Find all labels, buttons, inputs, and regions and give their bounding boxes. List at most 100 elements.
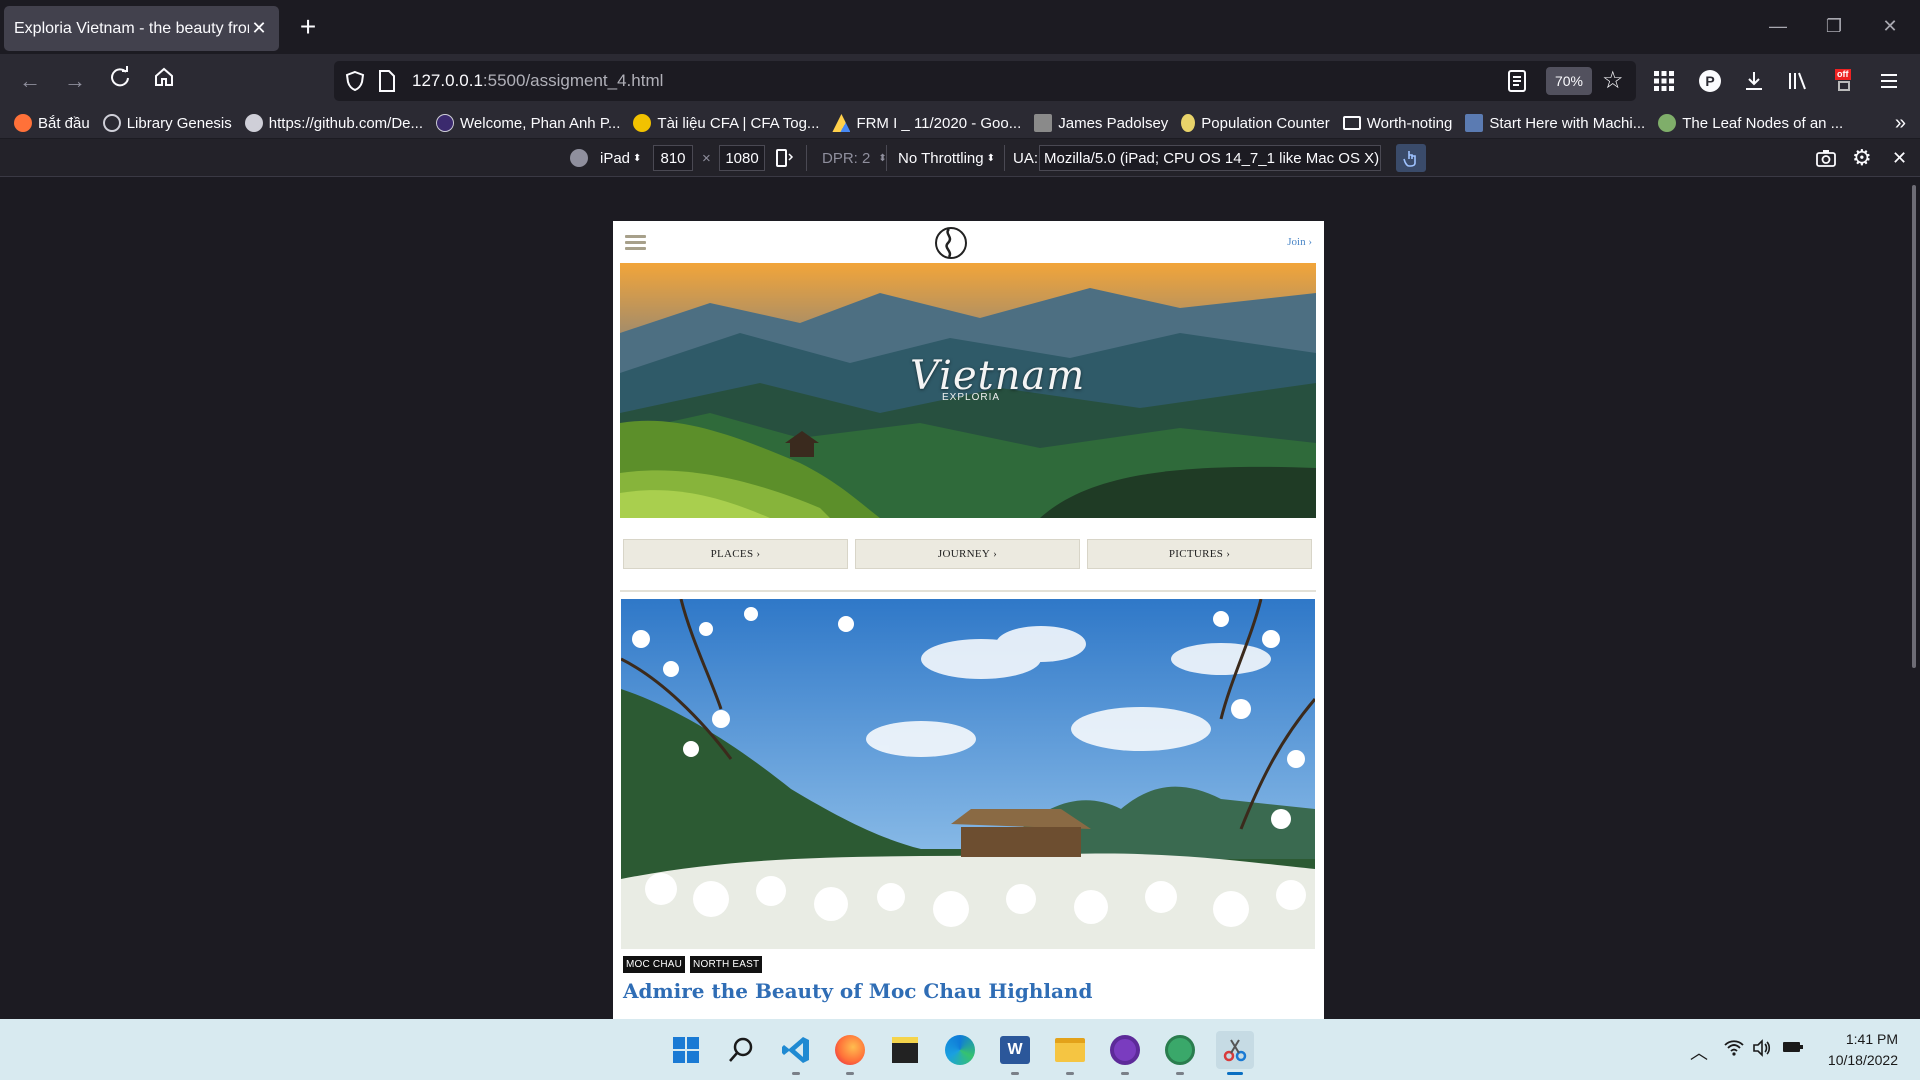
close-window-button[interactable]: ✕ bbox=[1868, 10, 1912, 42]
settings-gear-icon[interactable]: ⚙ bbox=[1852, 145, 1872, 170]
viewport-width-input[interactable]: 810 bbox=[653, 145, 693, 171]
touch-simulation-button[interactable] bbox=[1396, 144, 1426, 172]
back-button[interactable]: ← bbox=[14, 65, 46, 97]
url-host: 127.0.0.1 bbox=[412, 71, 483, 90]
places-button[interactable]: PLACES › bbox=[623, 539, 848, 569]
bookmark-item[interactable]: Welcome, Phan Anh P... bbox=[436, 114, 620, 132]
bookmark-item[interactable]: The Leaf Nodes of an ... bbox=[1658, 114, 1843, 132]
viewport-height-input[interactable]: 1080 bbox=[719, 145, 765, 171]
snipping-tool-icon[interactable] bbox=[1216, 1031, 1254, 1075]
url-text[interactable]: 127.0.0.1:5500/assigment_4.html bbox=[412, 71, 663, 91]
word-icon[interactable]: W bbox=[996, 1031, 1034, 1075]
new-tab-button[interactable]: + bbox=[292, 12, 324, 44]
screenshot-camera-icon[interactable] bbox=[1815, 146, 1837, 170]
bookmarks-toolbar: Bắt đầu Library Genesis https://github.c… bbox=[0, 108, 1920, 138]
wifi-icon[interactable] bbox=[1724, 1039, 1744, 1062]
bookmark-label: The Leaf Nodes of an ... bbox=[1682, 114, 1844, 132]
join-link[interactable]: Join › bbox=[1287, 236, 1312, 248]
google-drive-icon bbox=[832, 114, 851, 132]
device-selector[interactable]: iPad ⬍ bbox=[570, 146, 641, 170]
article-title[interactable]: Admire the Beauty of Moc Chau Highland bbox=[623, 979, 1092, 1003]
windows-taskbar: W ︿ 1:41 PM 10/18/2022 bbox=[0, 1019, 1920, 1080]
cube-icon bbox=[1034, 114, 1053, 132]
edge-icon[interactable] bbox=[941, 1031, 979, 1069]
zoom-level-button[interactable]: 70% bbox=[1546, 67, 1592, 95]
bookmark-label: Worth-noting bbox=[1366, 114, 1453, 132]
pictures-button[interactable]: PICTURES › bbox=[1087, 539, 1312, 569]
book-icon bbox=[1465, 114, 1484, 132]
start-windows-icon[interactable] bbox=[667, 1031, 705, 1069]
bookmark-label: Bắt đầu bbox=[38, 114, 90, 132]
dpr-selector[interactable]: DPR: 2 ⬍ bbox=[822, 146, 887, 170]
url-bar[interactable]: 127.0.0.1:5500/assigment_4.html 70% ☆ bbox=[334, 61, 1636, 101]
bookmark-star-icon[interactable]: ☆ bbox=[1602, 66, 1624, 95]
user-agent-input[interactable]: Mozilla/5.0 (iPad; CPU OS 14_7_1 like Ma… bbox=[1039, 145, 1381, 171]
bookmark-item[interactable]: Start Here with Machi... bbox=[1465, 114, 1645, 132]
downloads-icon[interactable] bbox=[1738, 65, 1770, 97]
library-icon[interactable] bbox=[1783, 65, 1815, 97]
dpr-value: DPR: 2 bbox=[822, 149, 871, 167]
journey-button[interactable]: JOURNEY › bbox=[855, 539, 1080, 569]
rotate-viewport-icon[interactable] bbox=[774, 146, 794, 170]
firefox-icon[interactable] bbox=[831, 1031, 869, 1075]
page-scrollbar[interactable] bbox=[1912, 185, 1916, 668]
bookmark-item[interactable]: Bắt đầu bbox=[14, 114, 90, 132]
hand-pointer-icon bbox=[1403, 151, 1416, 167]
menu-label: JOURNEY bbox=[937, 548, 991, 560]
sticky-notes-icon[interactable] bbox=[886, 1031, 924, 1069]
viewport-width-value: 810 bbox=[660, 149, 686, 167]
active-tab[interactable]: Exploria Vietnam - the beauty from ✕ bbox=[4, 6, 279, 51]
app-grid-icon[interactable] bbox=[1648, 65, 1680, 97]
file-explorer-icon[interactable] bbox=[1051, 1031, 1089, 1075]
throttling-selector[interactable]: No Throttling ⬍ bbox=[898, 146, 995, 170]
responsive-design-toolbar: iPad ⬍ 810 × 1080 DPR: 2 ⬍ No Throttling… bbox=[0, 139, 1920, 177]
system-clock[interactable]: 1:41 PM 10/18/2022 bbox=[1814, 1029, 1898, 1071]
menu-icon[interactable] bbox=[1873, 65, 1905, 97]
bookmark-item[interactable]: Library Genesis bbox=[102, 114, 232, 132]
github-desktop-icon[interactable] bbox=[1106, 1031, 1144, 1075]
tag-north-east[interactable]: NORTH EAST bbox=[690, 956, 763, 973]
close-rdm-icon[interactable]: ✕ bbox=[1892, 146, 1907, 170]
shield-icon[interactable] bbox=[344, 70, 366, 92]
tab-title: Exploria Vietnam - the beauty from bbox=[14, 19, 249, 37]
github-icon bbox=[244, 114, 263, 132]
bookmark-item[interactable]: James Padolsey bbox=[1034, 114, 1168, 132]
person-icon bbox=[1181, 114, 1196, 132]
dimension-separator: × bbox=[702, 149, 711, 167]
ua-label: UA: bbox=[1013, 149, 1039, 167]
profile-p-icon[interactable]: P bbox=[1694, 65, 1726, 97]
menu-label: PLACES bbox=[710, 548, 754, 560]
extension-off-icon[interactable]: off bbox=[1828, 65, 1860, 97]
more-bookmarks-chevron-icon[interactable]: » bbox=[1895, 112, 1906, 135]
hero-subtitle: EXPLORIA bbox=[942, 392, 1001, 403]
search-icon[interactable] bbox=[722, 1031, 760, 1069]
bookmark-item[interactable]: Population Counter bbox=[1181, 114, 1330, 132]
volume-icon[interactable] bbox=[1752, 1039, 1772, 1062]
forward-button[interactable]: → bbox=[59, 65, 91, 97]
close-tab-icon[interactable]: ✕ bbox=[249, 18, 269, 39]
minimize-button[interactable]: — bbox=[1756, 10, 1800, 42]
bookmark-folder[interactable]: Worth-noting bbox=[1342, 114, 1453, 132]
atom-icon[interactable] bbox=[1161, 1031, 1199, 1075]
tag-moc-chau[interactable]: MOC CHAU bbox=[623, 956, 686, 973]
content-viewport: Join › Vietnam EXPLORIA PLACES › JOURNEY… bbox=[0, 177, 1920, 1019]
bookmark-item[interactable]: Tài liệu CFA | CFA Tog... bbox=[633, 114, 819, 132]
vscode-icon[interactable] bbox=[777, 1031, 815, 1075]
section-divider bbox=[620, 590, 1316, 592]
battery-icon[interactable] bbox=[1782, 1039, 1804, 1060]
article-photo[interactable] bbox=[621, 599, 1315, 949]
show-hidden-icons-chevron-icon[interactable]: ︿ bbox=[1690, 1039, 1708, 1065]
globe-logo-icon[interactable] bbox=[934, 225, 968, 261]
hamburger-menu-icon[interactable] bbox=[625, 235, 646, 251]
reload-button[interactable] bbox=[104, 65, 136, 97]
bookmark-label: James Padolsey bbox=[1058, 114, 1169, 132]
bookmark-item[interactable]: https://github.com/De... bbox=[244, 114, 423, 132]
device-frame: Join › Vietnam EXPLORIA PLACES › JOURNEY… bbox=[613, 221, 1324, 1019]
reader-view-icon[interactable] bbox=[1506, 69, 1528, 93]
bookmark-label: Welcome, Phan Anh P... bbox=[460, 114, 621, 132]
user-agent-value: Mozilla/5.0 (iPad; CPU OS 14_7_1 like Ma… bbox=[1044, 149, 1381, 167]
restore-button[interactable]: ❐ bbox=[1812, 10, 1856, 42]
home-button[interactable] bbox=[148, 65, 180, 97]
bookmark-item[interactable]: FRM I _ 11/2020 - Goo... bbox=[832, 114, 1021, 132]
bookmark-label: Population Counter bbox=[1201, 114, 1330, 132]
